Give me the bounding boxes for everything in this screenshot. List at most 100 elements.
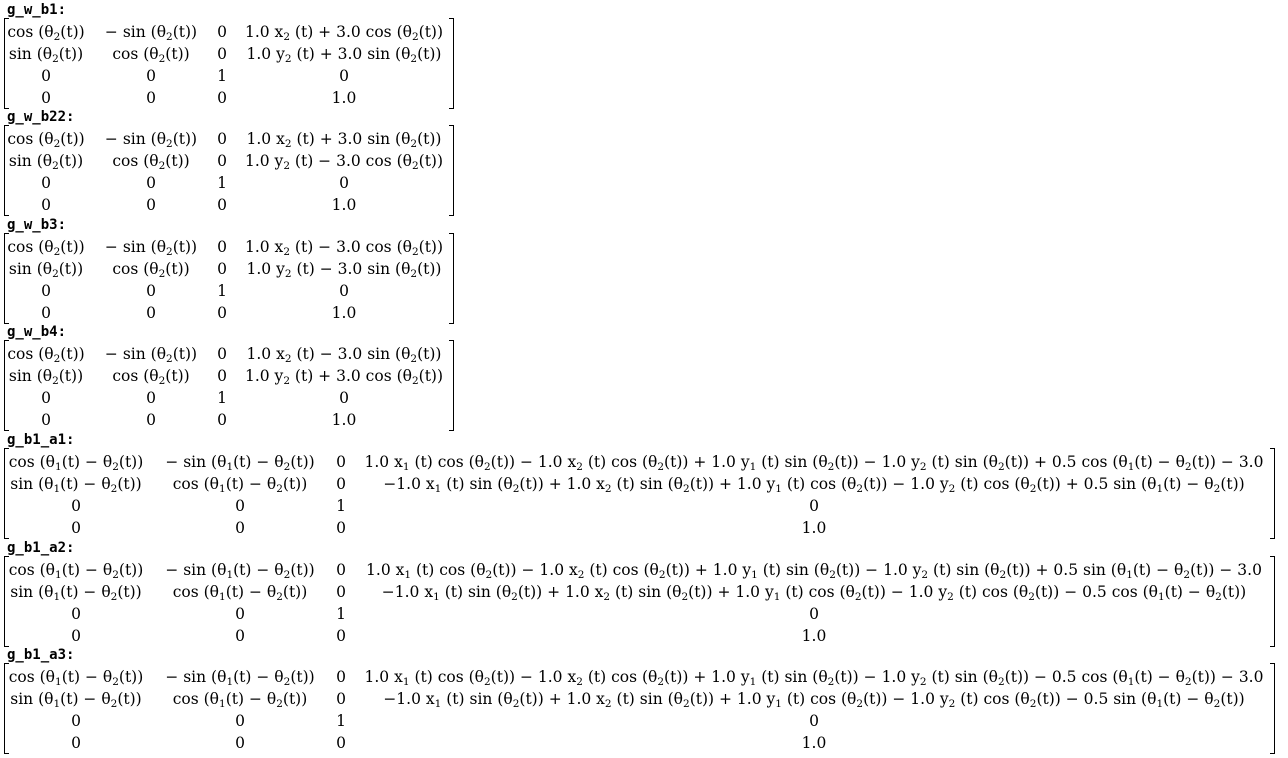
matrix-cell: 1.0 x2 (t) + 3.0 sin (θ2(t)) bbox=[246, 130, 442, 150]
matrix-cell: − sin (θ1(t) − θ2(t)) bbox=[165, 561, 315, 581]
matrix-cell: sin (θ2(t)) bbox=[8, 45, 84, 65]
matrix-cell: 0 bbox=[809, 712, 819, 730]
matrix-cell: 0 bbox=[336, 519, 346, 537]
matrix-cell: sin (θ2(t)) bbox=[8, 152, 84, 172]
right-bracket bbox=[449, 18, 454, 109]
matrix-cell: 0 bbox=[41, 196, 51, 214]
matrix-cell: 0 bbox=[146, 89, 156, 107]
matrix-cell: 1.0 bbox=[801, 734, 827, 752]
matrix-cell: 1 bbox=[336, 712, 346, 730]
matrix-cell: − sin (θ2(t)) bbox=[104, 23, 198, 43]
matrix-cell: 0 bbox=[71, 734, 81, 752]
matrix-cell: cos (θ2(t)) bbox=[7, 23, 85, 43]
matrix-cell: 0 bbox=[146, 304, 156, 322]
matrix-cell: 0 bbox=[217, 23, 227, 41]
matrix-cell: 1.0 y2 (t) + 3.0 sin (θ2(t)) bbox=[246, 45, 442, 65]
matrix-cell: 0 bbox=[41, 389, 51, 407]
matrix-cell: 0 bbox=[339, 67, 349, 85]
matrix-cell: 1 bbox=[217, 389, 227, 407]
matrix-cell: 0 bbox=[41, 89, 51, 107]
matrix-cell: 0 bbox=[336, 690, 346, 708]
matrix-cell: 1 bbox=[336, 497, 346, 515]
matrix-label: g_b1_a2: bbox=[7, 540, 75, 556]
matrix-cell: 0 bbox=[217, 367, 227, 385]
matrix-cell: 0 bbox=[217, 238, 227, 256]
matrix-label: g_w_b4: bbox=[7, 324, 67, 340]
matrix-cell: 1.0 x1 (t) cos (θ2(t)) − 1.0 x2 (t) cos … bbox=[364, 668, 1264, 688]
matrix-cell: 0 bbox=[41, 304, 51, 322]
matrix-cell: 0 bbox=[217, 411, 227, 429]
matrix-cell: 0 bbox=[71, 627, 81, 645]
matrix-cell: 0 bbox=[217, 130, 227, 148]
matrix-cell: 0 bbox=[336, 627, 346, 645]
matrix-cell: cos (θ1(t) − θ2(t)) bbox=[172, 690, 308, 710]
matrix-cell: 1.0 y2 (t) − 3.0 sin (θ2(t)) bbox=[246, 260, 442, 280]
matrix-cell: 0 bbox=[235, 734, 245, 752]
matrix-cell: −1.0 x1 (t) sin (θ2(t)) + 1.0 x2 (t) sin… bbox=[383, 690, 1245, 710]
matrix-label: g_w_b3: bbox=[7, 217, 67, 233]
matrix-cell: 0 bbox=[71, 497, 81, 515]
matrix-cell: − sin (θ2(t)) bbox=[104, 130, 198, 150]
matrix-cell: 1.0 x1 (t) cos (θ2(t)) − 1.0 x2 (t) cos … bbox=[364, 453, 1264, 473]
matrix-cell: 1 bbox=[217, 174, 227, 192]
matrix-cell: 0 bbox=[146, 174, 156, 192]
matrix-label: g_w_b22: bbox=[7, 109, 75, 125]
matrix-cell: 0 bbox=[339, 174, 349, 192]
matrix-cell: 1.0 y2 (t) + 3.0 cos (θ2(t)) bbox=[244, 367, 444, 387]
matrix-cell: 1 bbox=[217, 67, 227, 85]
matrix-cell: − sin (θ1(t) − θ2(t)) bbox=[165, 453, 315, 473]
matrix: cos (θ1(t) − θ2(t)) − sin (θ1(t) − θ2(t))… bbox=[4, 448, 1275, 539]
matrix: cos (θ1(t) − θ2(t)) − sin (θ1(t) − θ2(t))… bbox=[4, 663, 1275, 754]
right-bracket bbox=[449, 340, 454, 431]
matrix-cell: 0 bbox=[336, 453, 346, 471]
matrix-cell: 1.0 x2 (t) − 3.0 sin (θ2(t)) bbox=[246, 345, 442, 365]
matrix-cell: 0 bbox=[41, 282, 51, 300]
matrix-cell: cos (θ2(t)) bbox=[7, 238, 85, 258]
matrix-cell: cos (θ1(t) − θ2(t)) bbox=[8, 453, 144, 473]
matrix-cell: 0 bbox=[217, 304, 227, 322]
notebook-output: g_w_b1: cos (θ2(t)) − sin (θ2(t)) 0 1.0 x2 (… bbox=[0, 0, 1288, 758]
matrix-cell: 0 bbox=[146, 389, 156, 407]
matrix-cell: −1.0 x1 (t) sin (θ2(t)) + 1.0 x2 (t) sin… bbox=[381, 583, 1247, 603]
matrix: cos (θ2(t)) − sin (θ2(t)) 0 1.0 x2 (t) − 3.… bbox=[4, 340, 454, 431]
matrix-cell: 0 bbox=[71, 712, 81, 730]
matrix-cell: cos (θ2(t)) bbox=[112, 152, 190, 172]
matrix-cell: 1.0 x2 (t) + 3.0 cos (θ2(t)) bbox=[244, 23, 444, 43]
matrix-label: g_b1_a1: bbox=[7, 432, 75, 448]
matrix-cell: 0 bbox=[809, 605, 819, 623]
right-bracket bbox=[449, 233, 454, 324]
matrix-cell: 1.0 bbox=[801, 627, 827, 645]
matrix-cell: − sin (θ2(t)) bbox=[104, 238, 198, 258]
matrix-cell: 0 bbox=[336, 561, 346, 579]
matrix-cell: − sin (θ2(t)) bbox=[104, 345, 198, 365]
matrix-cell: cos (θ2(t)) bbox=[112, 367, 190, 387]
matrix-cell: cos (θ1(t) − θ2(t)) bbox=[8, 668, 144, 688]
matrix-cell: 0 bbox=[71, 605, 81, 623]
matrix: cos (θ1(t) − θ2(t)) − sin (θ1(t) − θ2(t))… bbox=[4, 556, 1275, 647]
matrix-cell: 1 bbox=[217, 282, 227, 300]
matrix-cell: 0 bbox=[235, 712, 245, 730]
matrix-cell: 0 bbox=[146, 282, 156, 300]
matrix-cell: cos (θ2(t)) bbox=[112, 260, 190, 280]
matrix-cell: sin (θ2(t)) bbox=[8, 260, 84, 280]
matrix-cell: cos (θ2(t)) bbox=[7, 345, 85, 365]
matrix-cell: sin (θ1(t) − θ2(t)) bbox=[10, 583, 142, 603]
matrix-cell: 0 bbox=[146, 196, 156, 214]
matrix-cell: 1.0 bbox=[331, 304, 357, 322]
matrix-cell: 0 bbox=[217, 45, 227, 63]
matrix-cell: sin (θ1(t) − θ2(t)) bbox=[10, 475, 142, 495]
matrix-cell: cos (θ2(t)) bbox=[112, 45, 190, 65]
matrix-cell: − sin (θ1(t) − θ2(t)) bbox=[165, 668, 315, 688]
matrix-cell: 0 bbox=[71, 519, 81, 537]
matrix: cos (θ2(t)) − sin (θ2(t)) 0 1.0 x2 (t) + 3.… bbox=[4, 18, 454, 109]
matrix-cell: −1.0 x1 (t) sin (θ2(t)) + 1.0 x2 (t) sin… bbox=[383, 475, 1245, 495]
matrix-cell: 0 bbox=[339, 389, 349, 407]
matrix-cell: 0 bbox=[336, 734, 346, 752]
matrix-cell: 0 bbox=[217, 345, 227, 363]
matrix-cell: cos (θ1(t) − θ2(t)) bbox=[172, 583, 308, 603]
right-bracket bbox=[1270, 663, 1275, 754]
matrix-cell: 0 bbox=[217, 196, 227, 214]
matrix-cell: 0 bbox=[41, 411, 51, 429]
matrix-label: g_b1_a3: bbox=[7, 647, 75, 663]
matrix-cell: cos (θ1(t) − θ2(t)) bbox=[172, 475, 308, 495]
